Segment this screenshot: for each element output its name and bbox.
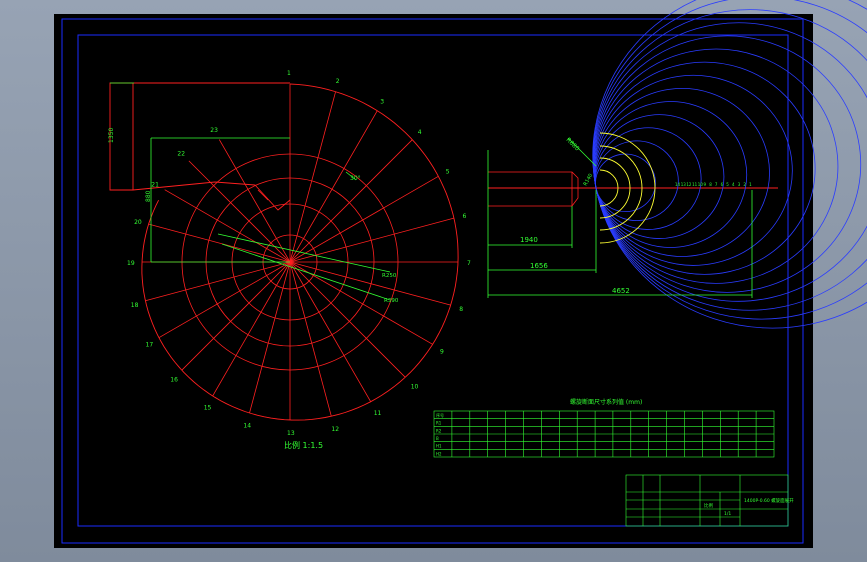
scale-caption: 比例 1:1.5 bbox=[284, 440, 323, 450]
angle-number: 15 bbox=[204, 404, 212, 411]
angle-number: 5 bbox=[446, 168, 450, 175]
angle-number: 22 bbox=[177, 150, 185, 157]
title-block-sheet: 1/1 bbox=[724, 511, 731, 517]
point-number: 10 bbox=[698, 182, 704, 187]
dim-label-1350: 1350 bbox=[108, 128, 115, 143]
angle-number: 3 bbox=[380, 98, 384, 105]
dim-label-r250: R250 bbox=[382, 273, 397, 279]
angle-number: 6 bbox=[463, 213, 467, 220]
table-row-label: 序号 bbox=[436, 412, 444, 418]
point-number: 5 bbox=[726, 182, 729, 187]
angle-number: 1 bbox=[287, 70, 291, 77]
angle-number: 13 bbox=[287, 430, 295, 437]
point-number: 7 bbox=[715, 182, 718, 187]
point-number: 1 bbox=[749, 182, 752, 187]
angle-number: 21 bbox=[151, 182, 159, 189]
sheet-background bbox=[54, 14, 813, 548]
angle-number: 14 bbox=[243, 423, 251, 430]
angle-number: 18 bbox=[131, 302, 139, 309]
angle-number: 4 bbox=[418, 129, 422, 136]
dim-4652: 4652 bbox=[612, 287, 630, 295]
point-number: 2 bbox=[743, 182, 746, 187]
angle-number: 23 bbox=[210, 127, 218, 134]
angle-number: 8 bbox=[459, 306, 463, 313]
angle-label: 30° bbox=[350, 175, 361, 182]
dim-label-r390: R390 bbox=[384, 298, 399, 304]
angle-number: 19 bbox=[127, 260, 135, 267]
angle-number: 11 bbox=[374, 410, 382, 417]
table-row-label: H2 bbox=[436, 451, 442, 456]
angle-number: 9 bbox=[440, 348, 444, 355]
angle-number: 16 bbox=[170, 377, 178, 384]
table-row-label: R1 bbox=[436, 421, 442, 426]
cad-window: 1350 880 R250 R390 30° 1 2 3 4 5 6 7 8 9 10 11 12 13… bbox=[0, 0, 867, 562]
angle-number: 12 bbox=[331, 426, 339, 433]
table-row-label: H1 bbox=[436, 444, 442, 449]
dim-1940: 1940 bbox=[520, 236, 538, 244]
title-block-project: 1400P-0.60 螺旋面展开 bbox=[744, 497, 794, 504]
angle-number: 2 bbox=[336, 78, 340, 85]
dim-1656: 1656 bbox=[530, 262, 548, 270]
point-number: 6 bbox=[721, 182, 724, 187]
angle-number: 10 bbox=[411, 384, 419, 391]
cad-drawing: 1350 880 R250 R390 30° 12345678910111213… bbox=[54, 0, 867, 548]
dim-label-880: 880 bbox=[145, 190, 152, 202]
angle-number: 17 bbox=[146, 342, 154, 349]
table-title: 螺旋断面尺寸系列值 (mm) bbox=[570, 398, 642, 406]
angle-number: 20 bbox=[134, 219, 142, 226]
angle-number: 7 bbox=[467, 260, 471, 267]
title-block-scale-label: 比例 bbox=[704, 502, 713, 509]
table-row-label: B bbox=[436, 436, 439, 441]
table-row-label: R2 bbox=[436, 428, 442, 433]
